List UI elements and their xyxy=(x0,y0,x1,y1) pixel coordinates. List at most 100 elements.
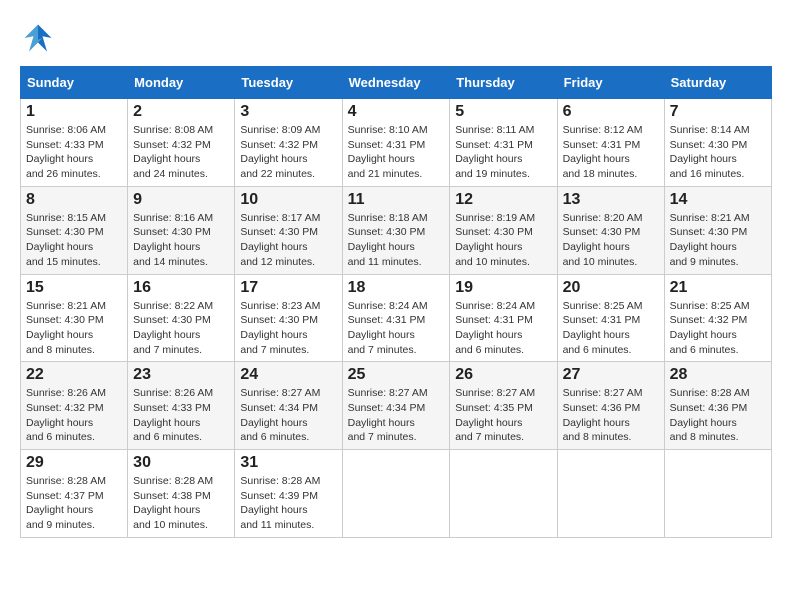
day-cell: 15 Sunrise: 8:21 AM Sunset: 4:30 PM Dayl… xyxy=(21,274,128,362)
column-header-monday: Monday xyxy=(128,67,235,99)
day-cell: 25 Sunrise: 8:27 AM Sunset: 4:34 PM Dayl… xyxy=(342,362,450,450)
day-cell: 14 Sunrise: 8:21 AM Sunset: 4:30 PM Dayl… xyxy=(664,186,771,274)
day-info: Sunrise: 8:27 AM Sunset: 4:36 PM Dayligh… xyxy=(563,386,659,445)
day-number: 10 xyxy=(240,191,336,209)
day-number: 17 xyxy=(240,279,336,297)
day-number: 19 xyxy=(455,279,551,297)
day-number: 23 xyxy=(133,366,229,384)
day-number: 27 xyxy=(563,366,659,384)
day-number: 22 xyxy=(26,366,122,384)
day-cell: 31 Sunrise: 8:28 AM Sunset: 4:39 PM Dayl… xyxy=(235,450,342,538)
day-number: 9 xyxy=(133,191,229,209)
day-number: 11 xyxy=(348,191,445,209)
day-cell: 16 Sunrise: 8:22 AM Sunset: 4:30 PM Dayl… xyxy=(128,274,235,362)
day-info: Sunrise: 8:10 AM Sunset: 4:31 PM Dayligh… xyxy=(348,123,445,182)
week-row-1: 1 Sunrise: 8:06 AM Sunset: 4:33 PM Dayli… xyxy=(21,99,772,187)
day-info: Sunrise: 8:18 AM Sunset: 4:30 PM Dayligh… xyxy=(348,211,445,270)
day-number: 30 xyxy=(133,454,229,472)
day-number: 14 xyxy=(670,191,766,209)
day-info: Sunrise: 8:23 AM Sunset: 4:30 PM Dayligh… xyxy=(240,299,336,358)
day-info: Sunrise: 8:27 AM Sunset: 4:34 PM Dayligh… xyxy=(240,386,336,445)
day-cell: 20 Sunrise: 8:25 AM Sunset: 4:31 PM Dayl… xyxy=(557,274,664,362)
day-number: 5 xyxy=(455,103,551,121)
day-cell: 28 Sunrise: 8:28 AM Sunset: 4:36 PM Dayl… xyxy=(664,362,771,450)
day-cell: 23 Sunrise: 8:26 AM Sunset: 4:33 PM Dayl… xyxy=(128,362,235,450)
day-cell: 29 Sunrise: 8:28 AM Sunset: 4:37 PM Dayl… xyxy=(21,450,128,538)
day-cell: 10 Sunrise: 8:17 AM Sunset: 4:30 PM Dayl… xyxy=(235,186,342,274)
week-row-3: 15 Sunrise: 8:21 AM Sunset: 4:30 PM Dayl… xyxy=(21,274,772,362)
day-cell: 17 Sunrise: 8:23 AM Sunset: 4:30 PM Dayl… xyxy=(235,274,342,362)
day-number: 8 xyxy=(26,191,122,209)
day-cell: 7 Sunrise: 8:14 AM Sunset: 4:30 PM Dayli… xyxy=(664,99,771,187)
day-info: Sunrise: 8:08 AM Sunset: 4:32 PM Dayligh… xyxy=(133,123,229,182)
day-info: Sunrise: 8:28 AM Sunset: 4:37 PM Dayligh… xyxy=(26,474,122,533)
logo-icon xyxy=(20,20,56,56)
day-cell xyxy=(557,450,664,538)
day-cell xyxy=(664,450,771,538)
day-info: Sunrise: 8:27 AM Sunset: 4:34 PM Dayligh… xyxy=(348,386,445,445)
day-cell: 12 Sunrise: 8:19 AM Sunset: 4:30 PM Dayl… xyxy=(450,186,557,274)
day-info: Sunrise: 8:16 AM Sunset: 4:30 PM Dayligh… xyxy=(133,211,229,270)
day-number: 29 xyxy=(26,454,122,472)
day-number: 3 xyxy=(240,103,336,121)
week-row-4: 22 Sunrise: 8:26 AM Sunset: 4:32 PM Dayl… xyxy=(21,362,772,450)
day-number: 1 xyxy=(26,103,122,121)
day-info: Sunrise: 8:21 AM Sunset: 4:30 PM Dayligh… xyxy=(26,299,122,358)
day-cell: 22 Sunrise: 8:26 AM Sunset: 4:32 PM Dayl… xyxy=(21,362,128,450)
day-number: 28 xyxy=(670,366,766,384)
day-info: Sunrise: 8:25 AM Sunset: 4:32 PM Dayligh… xyxy=(670,299,766,358)
day-info: Sunrise: 8:09 AM Sunset: 4:32 PM Dayligh… xyxy=(240,123,336,182)
day-cell: 4 Sunrise: 8:10 AM Sunset: 4:31 PM Dayli… xyxy=(342,99,450,187)
day-number: 13 xyxy=(563,191,659,209)
header xyxy=(20,20,772,56)
day-cell xyxy=(450,450,557,538)
day-info: Sunrise: 8:20 AM Sunset: 4:30 PM Dayligh… xyxy=(563,211,659,270)
day-info: Sunrise: 8:19 AM Sunset: 4:30 PM Dayligh… xyxy=(455,211,551,270)
column-header-tuesday: Tuesday xyxy=(235,67,342,99)
column-header-saturday: Saturday xyxy=(664,67,771,99)
day-cell: 24 Sunrise: 8:27 AM Sunset: 4:34 PM Dayl… xyxy=(235,362,342,450)
day-number: 2 xyxy=(133,103,229,121)
day-cell xyxy=(342,450,450,538)
day-number: 16 xyxy=(133,279,229,297)
day-number: 18 xyxy=(348,279,445,297)
week-row-2: 8 Sunrise: 8:15 AM Sunset: 4:30 PM Dayli… xyxy=(21,186,772,274)
day-cell: 13 Sunrise: 8:20 AM Sunset: 4:30 PM Dayl… xyxy=(557,186,664,274)
day-cell: 5 Sunrise: 8:11 AM Sunset: 4:31 PM Dayli… xyxy=(450,99,557,187)
column-header-sunday: Sunday xyxy=(21,67,128,99)
day-info: Sunrise: 8:28 AM Sunset: 4:36 PM Dayligh… xyxy=(670,386,766,445)
day-number: 21 xyxy=(670,279,766,297)
day-info: Sunrise: 8:11 AM Sunset: 4:31 PM Dayligh… xyxy=(455,123,551,182)
day-cell: 3 Sunrise: 8:09 AM Sunset: 4:32 PM Dayli… xyxy=(235,99,342,187)
day-info: Sunrise: 8:22 AM Sunset: 4:30 PM Dayligh… xyxy=(133,299,229,358)
column-header-friday: Friday xyxy=(557,67,664,99)
day-number: 25 xyxy=(348,366,445,384)
day-number: 7 xyxy=(670,103,766,121)
day-number: 31 xyxy=(240,454,336,472)
day-info: Sunrise: 8:28 AM Sunset: 4:38 PM Dayligh… xyxy=(133,474,229,533)
day-info: Sunrise: 8:14 AM Sunset: 4:30 PM Dayligh… xyxy=(670,123,766,182)
day-info: Sunrise: 8:26 AM Sunset: 4:33 PM Dayligh… xyxy=(133,386,229,445)
day-cell: 9 Sunrise: 8:16 AM Sunset: 4:30 PM Dayli… xyxy=(128,186,235,274)
day-cell: 27 Sunrise: 8:27 AM Sunset: 4:36 PM Dayl… xyxy=(557,362,664,450)
day-info: Sunrise: 8:24 AM Sunset: 4:31 PM Dayligh… xyxy=(455,299,551,358)
header-row: SundayMondayTuesdayWednesdayThursdayFrid… xyxy=(21,67,772,99)
day-info: Sunrise: 8:28 AM Sunset: 4:39 PM Dayligh… xyxy=(240,474,336,533)
day-cell: 6 Sunrise: 8:12 AM Sunset: 4:31 PM Dayli… xyxy=(557,99,664,187)
day-number: 6 xyxy=(563,103,659,121)
day-info: Sunrise: 8:12 AM Sunset: 4:31 PM Dayligh… xyxy=(563,123,659,182)
day-info: Sunrise: 8:06 AM Sunset: 4:33 PM Dayligh… xyxy=(26,123,122,182)
day-cell: 26 Sunrise: 8:27 AM Sunset: 4:35 PM Dayl… xyxy=(450,362,557,450)
column-header-thursday: Thursday xyxy=(450,67,557,99)
day-info: Sunrise: 8:25 AM Sunset: 4:31 PM Dayligh… xyxy=(563,299,659,358)
day-info: Sunrise: 8:26 AM Sunset: 4:32 PM Dayligh… xyxy=(26,386,122,445)
day-info: Sunrise: 8:15 AM Sunset: 4:30 PM Dayligh… xyxy=(26,211,122,270)
logo xyxy=(20,20,62,56)
day-cell: 18 Sunrise: 8:24 AM Sunset: 4:31 PM Dayl… xyxy=(342,274,450,362)
day-number: 20 xyxy=(563,279,659,297)
day-cell: 30 Sunrise: 8:28 AM Sunset: 4:38 PM Dayl… xyxy=(128,450,235,538)
week-row-5: 29 Sunrise: 8:28 AM Sunset: 4:37 PM Dayl… xyxy=(21,450,772,538)
day-cell: 2 Sunrise: 8:08 AM Sunset: 4:32 PM Dayli… xyxy=(128,99,235,187)
day-info: Sunrise: 8:17 AM Sunset: 4:30 PM Dayligh… xyxy=(240,211,336,270)
day-number: 4 xyxy=(348,103,445,121)
